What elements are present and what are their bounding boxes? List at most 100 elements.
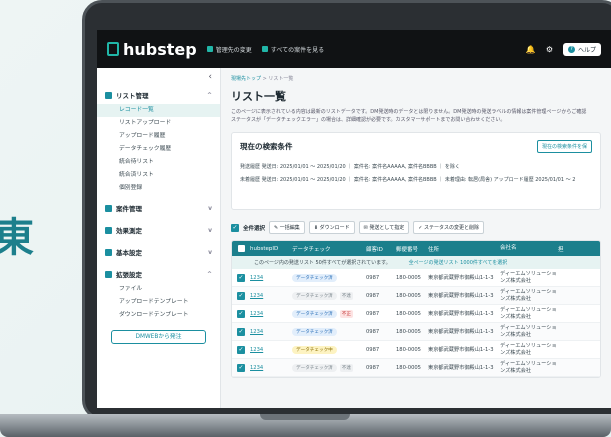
sidebar-item-record-list[interactable]: レコード一覧 — [97, 104, 220, 117]
record-id-link[interactable]: 1234 — [250, 329, 292, 335]
sidebar: ‹ リスト管理 ^ レコード一覧 リストアップロード アップロード履歴 データチ… — [97, 68, 221, 408]
extension-icon — [105, 270, 112, 278]
column-header-owner[interactable]: 担 — [558, 245, 600, 253]
app-screen: hubstep 管理先の変更 すべての案件を見る 🔔 ⚙ ? ヘルプ ‹ リスト… — [97, 30, 611, 408]
change-manager-link[interactable]: 管理先の変更 — [206, 45, 252, 54]
bulk-edit-button[interactable]: ✎ 一括編集 — [269, 221, 305, 234]
select-all-label: 全件選択 — [243, 225, 266, 232]
row-checkbox[interactable]: ✓ — [232, 345, 250, 354]
breadcrumb-home-link[interactable]: 現場先トップ — [231, 76, 261, 82]
collapse-sidebar-icon[interactable]: ‹ — [208, 72, 212, 82]
sidebar-item-upload-template[interactable]: アップロードテンプレート — [97, 296, 220, 309]
save-conditions-button[interactable]: 現在の検索条件を保 — [536, 140, 592, 153]
table-row[interactable]: ✓ 1234 データチェック済 不達 0987 180-0005 東京都武蔵野市御殿山1-1… — [232, 287, 600, 305]
select-all-pages-link[interactable]: 全ページの発送リスト 1000件すべてを選択 — [409, 259, 508, 266]
sidebar-group-case-management[interactable]: 案件管理 v — [97, 199, 220, 217]
sidebar-item-data-check-history[interactable]: データチェック履歴 — [97, 143, 220, 156]
customer-id-cell: 0987 — [366, 364, 380, 371]
customer-id-cell: 0987 — [366, 328, 380, 335]
sidebar-group-label: 案件管理 — [116, 205, 142, 213]
bulk-edit-label: 一括編集 — [279, 225, 300, 231]
search-conditions-title: 現在の検索条件 — [240, 142, 293, 151]
mark-as-sent-button[interactable]: ✉ 発送として指定 — [358, 221, 410, 234]
status-change-button[interactable]: ✓ ステータスの変更と削除 — [413, 221, 485, 234]
breadcrumb: 現場先トップ > リスト一覧 — [231, 76, 294, 82]
record-id-link[interactable]: 1234 — [250, 347, 292, 353]
record-id-link[interactable]: 1234 — [250, 293, 292, 299]
chevron-down-icon: v — [208, 248, 212, 256]
dmweb-order-button[interactable]: DMWEBから発注 — [111, 330, 206, 344]
logo-icon — [107, 42, 119, 56]
sidebar-group-extended-settings[interactable]: 拡張設定 ^ — [97, 265, 220, 283]
status-tag: 不正 — [339, 309, 353, 318]
sidebar-item-upload-history[interactable]: アップロード履歴 — [97, 130, 220, 143]
laptop-base — [0, 414, 611, 437]
zip-cell: 180-0005 — [396, 364, 421, 371]
status-change-label: ステータスの変更と削除 — [424, 225, 480, 231]
record-id-link[interactable]: 1234 — [250, 275, 292, 281]
column-header-data-check[interactable]: データチェック — [292, 245, 366, 253]
row-checkbox[interactable]: ✓ — [232, 273, 250, 282]
zip-cell: 180-0005 — [396, 328, 421, 335]
bell-icon[interactable]: 🔔 — [526, 45, 536, 54]
data-check-cell: データチェック中 — [292, 345, 366, 354]
company-cell: ディーエムソリューションズ株式会社 — [500, 324, 557, 338]
column-header-company[interactable]: 会社名 — [500, 245, 558, 252]
view-all-cases-link[interactable]: すべての案件を見る — [261, 45, 325, 54]
header-checkbox[interactable] — [232, 245, 250, 252]
change-manager-label: 管理先の変更 — [215, 46, 252, 54]
data-check-cell: データチェック済 不正 — [292, 309, 366, 318]
table-row[interactable]: ✓ 1234 データチェック済 0987 180-0005 東京都武蔵野市御殿山1-1-3… — [232, 323, 600, 341]
settings-icon — [105, 248, 112, 256]
sidebar-group-effect-measurement[interactable]: 効果測定 v — [97, 221, 220, 239]
list-toolbar: ✓ 全件選択 ✎ 一括編集 ⬇ ダウンロード ✉ 発送として指定 ✓ ステータス… — [231, 221, 601, 234]
table-body: ✓ 1234 データチェック済 0987 180-0005 東京都武蔵野市御殿山1-1-3… — [232, 269, 600, 377]
gear-icon[interactable]: ⚙ — [546, 45, 553, 54]
zip-cell: 180-0005 — [396, 310, 421, 317]
customer-id-cell: 0987 — [366, 310, 380, 317]
table-row[interactable]: ✓ 1234 データチェック済 0987 180-0005 東京都武蔵野市御殿山1-1-3… — [232, 269, 600, 287]
hubstep-logo[interactable]: hubstep — [107, 40, 197, 59]
customer-id-cell: 0987 — [366, 292, 380, 299]
sidebar-item-list-upload[interactable]: リストアップロード — [97, 117, 220, 130]
record-id-link[interactable]: 1234 — [250, 365, 292, 371]
case-icon — [105, 204, 112, 212]
status-pill: データチェック済 — [292, 291, 337, 300]
sidebar-group-basic-settings[interactable]: 基本設定 v — [97, 243, 220, 261]
row-checkbox[interactable]: ✓ — [232, 309, 250, 318]
zip-cell: 180-0005 — [396, 346, 421, 353]
sidebar-group-label: 効果測定 — [116, 227, 142, 235]
help-button[interactable]: ? ヘルプ — [562, 42, 601, 56]
record-id-link[interactable]: 1234 — [250, 311, 292, 317]
status-pill: データチェック済 — [292, 309, 337, 318]
select-all-checkbox[interactable]: ✓ — [231, 223, 239, 232]
column-header-id[interactable]: hubstepID — [250, 246, 292, 252]
sidebar-item-merged[interactable]: 統合済リスト — [97, 169, 220, 182]
sidebar-item-merge-pending[interactable]: 統合待リスト — [97, 156, 220, 169]
address-cell: 東京都武蔵野市御殿山1-1-3 — [428, 365, 494, 371]
table-row[interactable]: ✓ 1234 データチェック済 不正 0987 180-0005 東京都武蔵野市御殿山1-1… — [232, 305, 600, 323]
table-row[interactable]: ✓ 1234 データチェック済 不達 0987 180-0005 東京都武蔵野市御殿山1-1… — [232, 359, 600, 377]
breadcrumb-current: リスト一覧 — [268, 76, 294, 82]
table-row[interactable]: ✓ 1234 データチェック中 0987 180-0005 東京都武蔵野市御殿山1-1-3… — [232, 341, 600, 359]
row-checkbox[interactable]: ✓ — [232, 291, 250, 300]
row-checkbox[interactable]: ✓ — [232, 363, 250, 372]
download-button[interactable]: ⬇ ダウンロード — [308, 221, 355, 234]
row-checkbox[interactable]: ✓ — [232, 327, 250, 336]
column-header-address[interactable]: 住所 — [428, 245, 500, 253]
address-cell: 東京都武蔵野市御殿山1-1-3 — [428, 347, 494, 353]
sidebar-item-file[interactable]: ファイル — [97, 283, 220, 296]
records-table: hubstepID データチェック 顧客ID 郵便番号 住所 会社名 担 このペ… — [231, 240, 601, 378]
view-all-cases-label: すべての案件を見る — [270, 46, 325, 54]
help-label: ヘルプ — [577, 46, 596, 54]
customer-id-cell: 0987 — [366, 346, 380, 353]
sidebar-group-label: 拡張設定 — [116, 271, 142, 279]
sidebar-group-list-management[interactable]: リスト管理 ^ — [97, 86, 220, 104]
column-header-customer-id[interactable]: 顧客ID — [366, 245, 396, 253]
page-title: リスト一覧 — [231, 90, 286, 103]
sidebar-item-individual-register[interactable]: 個別登録 — [97, 182, 220, 195]
column-header-zip[interactable]: 郵便番号 — [396, 245, 428, 253]
sidebar-item-download-template[interactable]: ダウンロードテンプレート — [97, 309, 220, 322]
description-line: ステータスが「データチェックエラー」の場合は、詳細確認が必要です。カスタマーサポ… — [231, 117, 506, 123]
address-cell: 東京都武蔵野市御殿山1-1-3 — [428, 293, 494, 299]
